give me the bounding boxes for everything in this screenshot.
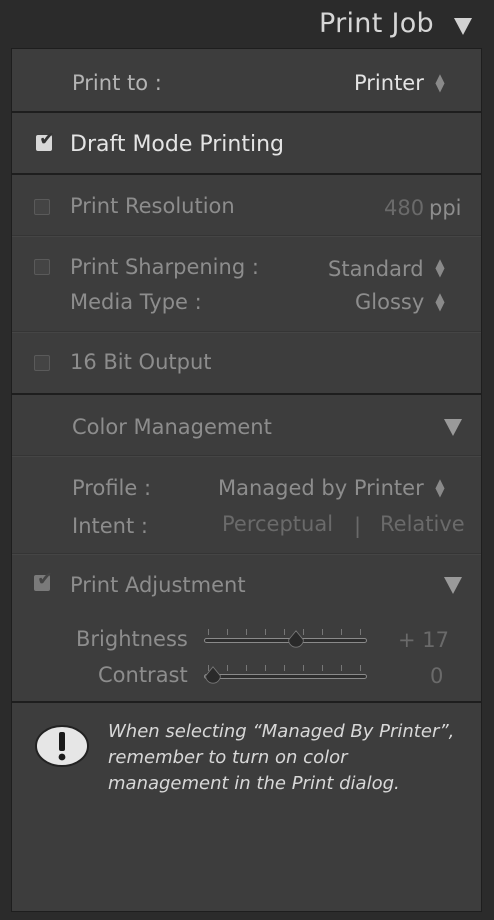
chevron-updown-icon[interactable]: ▲ ▼ bbox=[434, 72, 446, 93]
chevron-updown-icon[interactable]: ▲ ▼ bbox=[434, 477, 446, 498]
divider bbox=[12, 701, 481, 703]
print-adjustment-checkbox[interactable]: ✔ bbox=[34, 570, 53, 591]
divider bbox=[12, 331, 481, 333]
print-sharpening-checkbox[interactable] bbox=[34, 259, 50, 275]
draft-mode-section: ✔ Draft Mode Printing bbox=[12, 115, 481, 175]
contrast-slider-thumb[interactable] bbox=[204, 666, 222, 684]
warning-line: management in the Print dialog. bbox=[108, 773, 400, 794]
profile-label: Profile : bbox=[72, 476, 152, 500]
brightness-label: Brightness bbox=[76, 627, 188, 651]
contrast-value[interactable]: 0 bbox=[430, 664, 443, 688]
divider bbox=[12, 235, 481, 237]
triangle-down-icon[interactable] bbox=[444, 577, 462, 594]
draft-mode-label[interactable]: Draft Mode Printing bbox=[70, 132, 284, 157]
triangle-down-icon[interactable] bbox=[454, 18, 472, 35]
bit-output-label: 16 Bit Output bbox=[70, 350, 212, 374]
check-icon: ✔ bbox=[39, 128, 55, 150]
intent-separator: | bbox=[354, 514, 362, 538]
brightness-value[interactable]: + 17 bbox=[398, 628, 449, 652]
chevron-updown-icon[interactable]: ▲ ▼ bbox=[434, 257, 446, 278]
print-adjustment-label[interactable]: Print Adjustment bbox=[70, 573, 246, 597]
brightness-slider[interactable] bbox=[204, 638, 367, 643]
color-management-title[interactable]: Color Management bbox=[72, 415, 272, 439]
print-to-select[interactable]: Printer bbox=[354, 71, 424, 95]
warning-message: When selecting “Managed By Printer”, rem… bbox=[108, 719, 468, 797]
intent-option-relative[interactable]: Relative bbox=[380, 512, 465, 536]
brightness-ticks bbox=[208, 629, 364, 635]
media-type-label: Media Type : bbox=[70, 290, 202, 314]
print-job-panel: Print to : Printer ▲ ▼ ✔ Draft Mode Print… bbox=[11, 48, 482, 912]
brightness-slider-thumb[interactable] bbox=[287, 630, 305, 648]
profile-select[interactable]: Managed by Printer bbox=[218, 476, 424, 500]
intent-option-perceptual[interactable]: Perceptual bbox=[222, 512, 333, 536]
print-options-section: Print Resolution 480 ppi Print Sharpenin… bbox=[12, 177, 481, 395]
exclamation-icon bbox=[35, 725, 89, 767]
panel-title: Print Job bbox=[318, 8, 434, 39]
print-sharpening-select[interactable]: Standard bbox=[328, 257, 424, 281]
panel-header[interactable]: Print Job bbox=[0, 0, 494, 48]
contrast-ticks bbox=[208, 665, 364, 671]
print-resolution-checkbox[interactable] bbox=[34, 199, 50, 215]
print-sharpening-label: Print Sharpening : bbox=[70, 255, 259, 279]
check-icon: ✔ bbox=[37, 568, 53, 590]
warning-line: remember to turn on color bbox=[108, 747, 348, 768]
print-resolution-value[interactable]: 480 bbox=[384, 196, 424, 220]
print-to-section: Print to : Printer ▲ ▼ bbox=[12, 49, 481, 113]
draft-mode-checkbox[interactable]: ✔ bbox=[36, 130, 55, 151]
warning-line: When selecting “Managed By Printer”, bbox=[108, 721, 455, 742]
contrast-label: Contrast bbox=[98, 663, 188, 687]
triangle-down-icon[interactable] bbox=[444, 419, 462, 436]
divider bbox=[12, 553, 481, 555]
print-resolution-unit: ppi bbox=[429, 196, 462, 220]
contrast-slider[interactable] bbox=[204, 674, 367, 679]
print-resolution-label: Print Resolution bbox=[70, 194, 235, 218]
chevron-updown-icon[interactable]: ▲ ▼ bbox=[434, 291, 446, 312]
print-to-label: Print to : bbox=[72, 71, 162, 95]
divider bbox=[12, 455, 481, 457]
media-type-select[interactable]: Glossy bbox=[355, 290, 424, 314]
bit-output-checkbox[interactable] bbox=[34, 355, 50, 371]
intent-label: Intent : bbox=[72, 514, 148, 538]
